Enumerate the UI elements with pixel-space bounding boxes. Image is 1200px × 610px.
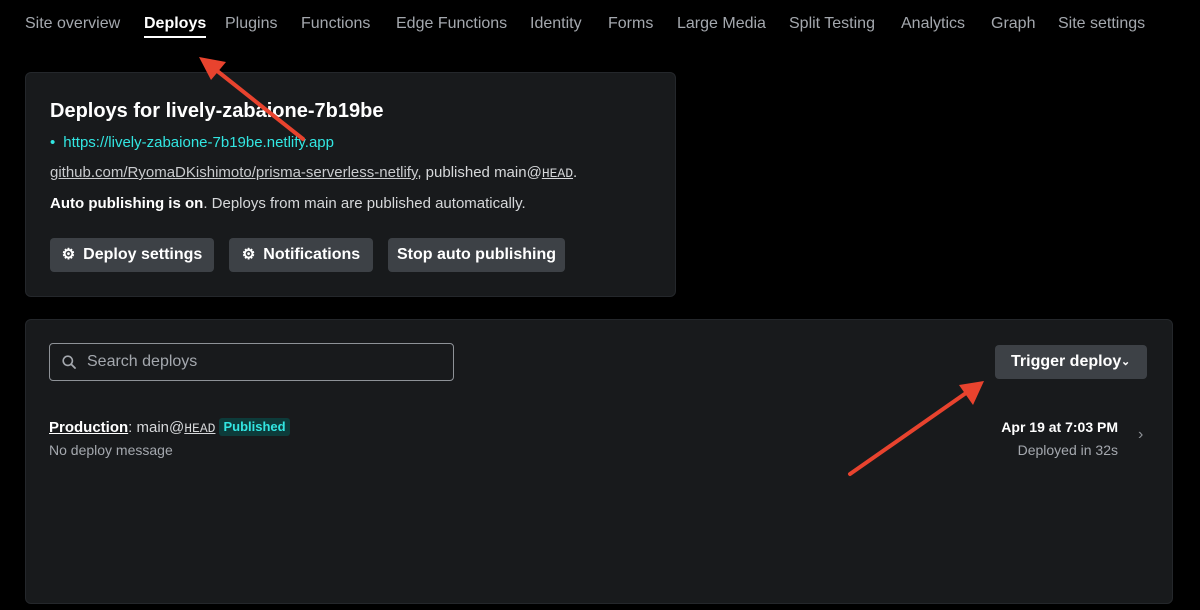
notifications-button[interactable]: ⚙ Notifications: [229, 238, 373, 272]
tab-site-settings[interactable]: Site settings: [1058, 14, 1145, 34]
deploy-settings-label: Deploy settings: [83, 246, 203, 263]
tab-graph[interactable]: Graph: [991, 14, 1035, 34]
site-nav: Site overview Deploys Plugins Functions …: [0, 0, 1200, 50]
gear-icon: ⚙: [61, 246, 76, 263]
chevron-down-icon: ⌄: [1121, 356, 1131, 368]
tab-functions[interactable]: Functions: [301, 14, 370, 34]
tab-split-testing[interactable]: Split Testing: [789, 14, 875, 34]
tab-analytics[interactable]: Analytics: [901, 14, 965, 34]
notifications-label: Notifications: [263, 246, 361, 263]
deploy-list-item[interactable]: Production: main@HEAD Published No deploy…: [26, 410, 1172, 465]
deploy-duration: Deployed in 32s: [1017, 442, 1118, 458]
tab-deploys[interactable]: Deploys: [144, 14, 207, 38]
auto-publishing-status: Auto publishing is on. Deploys from main…: [50, 195, 526, 212]
tab-identity[interactable]: Identity: [530, 14, 582, 34]
search-icon: [62, 355, 76, 369]
site-url-link[interactable]: https://lively-zabaione-7b19be.netlify.a…: [63, 134, 334, 151]
published-ref-link[interactable]: HEAD: [542, 166, 573, 181]
page-title: Deploys for lively-zabaione-7b19be: [50, 100, 384, 122]
gear-icon: ⚙: [241, 246, 256, 263]
status-badge: Published: [219, 418, 290, 436]
deploy-ref-link[interactable]: HEAD: [184, 421, 215, 436]
repo-link[interactable]: github.com/RyomaDKishimoto/prisma-server…: [50, 164, 417, 181]
deploy-context-link[interactable]: Production: [49, 419, 128, 436]
deploys-list-card: Trigger deploy ⌄ Production: main@HEAD Pu…: [25, 319, 1173, 604]
trigger-deploy-label: Trigger deploy: [1011, 353, 1122, 370]
deploy-branch: : main@: [128, 419, 185, 436]
repo-info: github.com/RyomaDKishimoto/prisma-server…: [50, 164, 577, 181]
site-url-row: • https://lively-zabaione-7b19be.netlify.…: [50, 134, 334, 151]
tab-large-media[interactable]: Large Media: [677, 14, 766, 34]
published-text: , published main@: [417, 164, 542, 181]
tab-forms[interactable]: Forms: [608, 14, 653, 34]
published-end: .: [573, 164, 578, 181]
deploy-date: Apr 19 at 7:03 PM: [1001, 419, 1118, 435]
auto-publishing-detail: . Deploys from main are published automa…: [203, 195, 526, 212]
search-deploys-input[interactable]: [87, 344, 442, 380]
tab-plugins[interactable]: Plugins: [225, 14, 277, 34]
deploy-message: No deploy message: [49, 442, 173, 458]
deploy-settings-button[interactable]: ⚙ Deploy settings: [50, 238, 214, 272]
trigger-deploy-button[interactable]: Trigger deploy ⌄: [995, 345, 1147, 379]
bullet-icon: •: [50, 134, 56, 151]
deploy-context-line: Production: main@HEAD Published: [49, 418, 290, 436]
search-deploys-box: [49, 343, 454, 381]
chevron-right-icon: ›: [1138, 426, 1144, 443]
auto-publishing-label: Auto publishing is on: [50, 195, 204, 212]
stop-auto-publishing-button[interactable]: Stop auto publishing: [388, 238, 565, 272]
site-info-card: Deploys for lively-zabaione-7b19be • http…: [25, 72, 676, 297]
tab-site-overview[interactable]: Site overview: [25, 14, 120, 34]
tab-edge-functions[interactable]: Edge Functions: [396, 14, 507, 34]
